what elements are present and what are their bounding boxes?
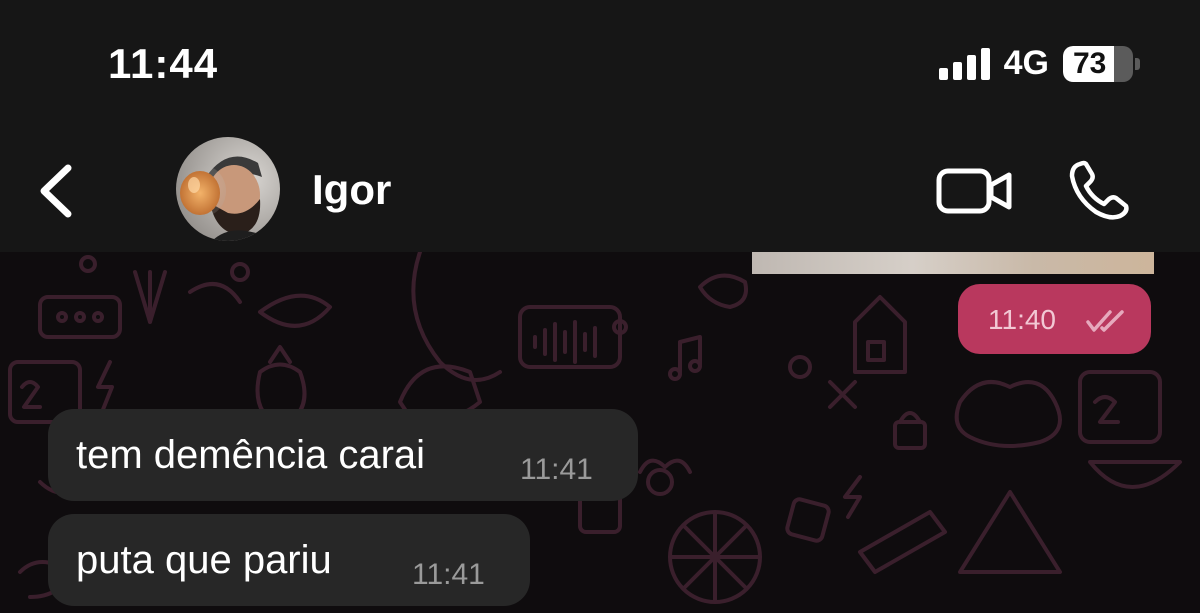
battery-percent: 73 (1073, 46, 1107, 80)
phone-icon[interactable] (1066, 158, 1134, 222)
battery-tip (1135, 57, 1140, 70)
double-check-read-icon (1086, 310, 1124, 332)
message-list[interactable]: 11:40 tem demência carai 11:41 puta que … (0, 252, 1200, 613)
message-time: 11:40 (988, 304, 1056, 335)
network-type: 4G (1003, 44, 1049, 82)
signal-strength-icon (938, 47, 990, 80)
video-camera-icon[interactable] (935, 163, 1015, 219)
message-time: 11:41 (520, 453, 593, 486)
chat-screen: 11:44 4G 73 Igor 11:40 tem demência cara… (0, 0, 1200, 613)
incoming-message-bubble[interactable]: puta que pariu 11:41 (48, 514, 530, 606)
message-text: tem demência carai (76, 433, 426, 477)
status-indicators: 4G 73 (938, 44, 1140, 83)
incoming-message-bubble[interactable]: tem demência carai 11:41 (48, 409, 638, 501)
battery-icon: 73 (1063, 45, 1133, 82)
avatar[interactable] (176, 137, 280, 241)
message-text: puta que pariu (76, 538, 332, 582)
outgoing-message-bubble[interactable]: 11:40 (958, 284, 1151, 354)
chevron-left-icon[interactable] (30, 160, 86, 222)
contact-name[interactable]: Igor (312, 166, 391, 214)
status-time: 11:44 (108, 40, 219, 87)
message-time: 11:41 (412, 558, 485, 591)
media-preview[interactable] (752, 252, 1154, 274)
chat-header: 11:44 4G 73 Igor (0, 0, 1200, 252)
